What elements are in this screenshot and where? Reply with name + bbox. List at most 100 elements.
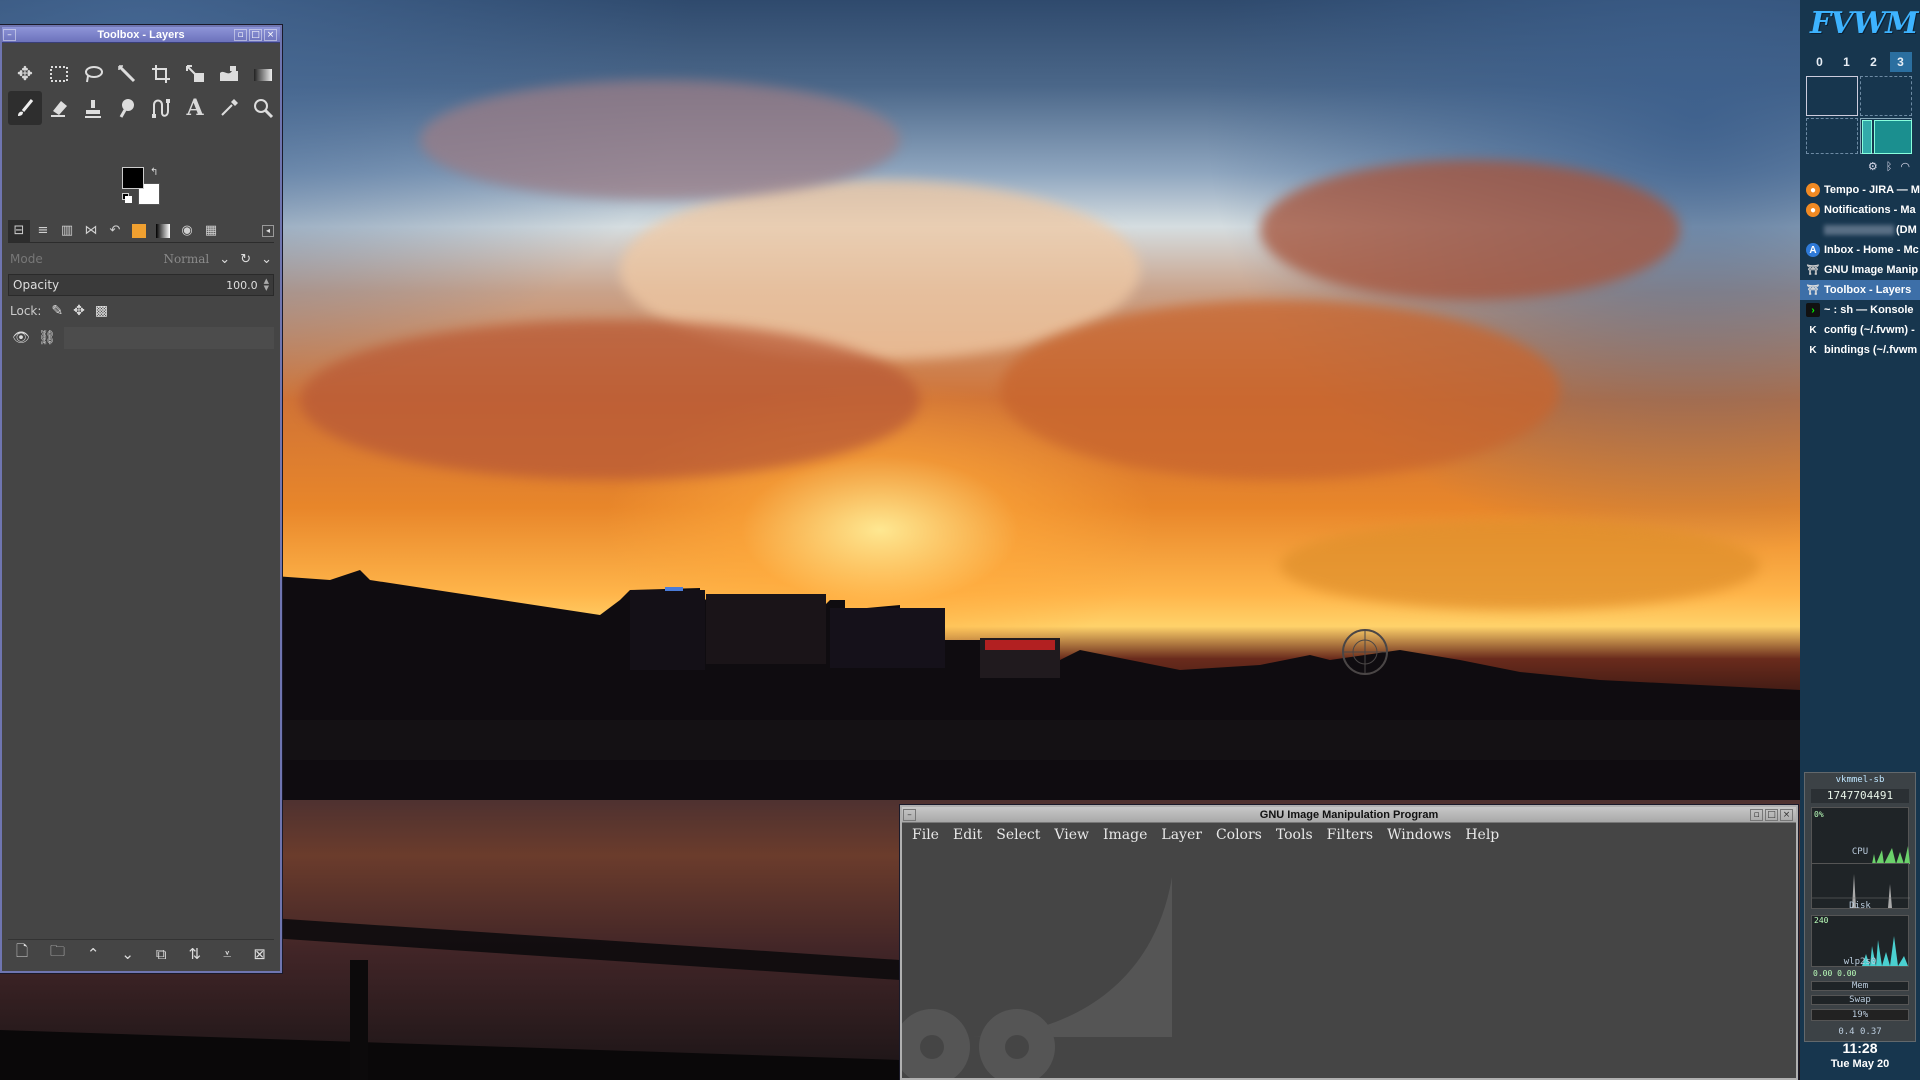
menu-image[interactable]: Image	[1103, 827, 1147, 843]
move-tool-icon[interactable]: ✥	[8, 57, 42, 91]
tool-grid: ✥ A	[8, 57, 280, 125]
chain-link-icon[interactable]: ⛓	[34, 330, 60, 346]
pager-window[interactable]	[1874, 120, 1912, 154]
task-item[interactable]: › ~ : sh — Konsole	[1800, 300, 1920, 320]
brushes-tab-icon[interactable]	[128, 220, 150, 242]
minimize-button[interactable]: ▫	[234, 28, 247, 41]
toolbox-window[interactable]: – Toolbox - Layers ▫ □ × ✥ A ↰ ⊟ ≡ ▥ ⋈ ↶…	[0, 25, 282, 973]
minimize-button[interactable]: ▫	[1750, 808, 1763, 821]
window-menu-button[interactable]: –	[3, 28, 16, 41]
bluetooth-icon[interactable]: ᛒ	[1886, 160, 1893, 176]
merge-layer-icon[interactable]: ⩡	[223, 945, 231, 963]
duplicate-layer-icon[interactable]: ⧉	[156, 945, 167, 963]
rect-select-tool-icon[interactable]	[42, 57, 76, 91]
color-picker-tool-icon[interactable]	[212, 91, 246, 125]
reset-mode-icon[interactable]: ↻	[240, 252, 251, 267]
new-layer-icon[interactable]: 🗋	[16, 941, 28, 966]
gimp-main-window[interactable]: – GNU Image Manipulation Program ▫ □ × F…	[900, 805, 1798, 1080]
undo-history-tab-icon[interactable]: ↶	[104, 220, 126, 242]
desk-2-button[interactable]: 2	[1863, 52, 1885, 72]
task-item[interactable]: ● Tempo - JIRA — M	[1800, 180, 1920, 200]
zoom-tool-icon[interactable]	[246, 91, 280, 125]
menu-view[interactable]: View	[1054, 827, 1089, 843]
menu-layer[interactable]: Layer	[1161, 827, 1202, 843]
text-tool-icon[interactable]: A	[178, 91, 212, 125]
close-button[interactable]: ×	[264, 28, 277, 41]
empty-image-drop-area[interactable]	[902, 847, 1796, 1078]
maximize-button[interactable]: □	[249, 28, 262, 41]
tool-options-tab-icon[interactable]: ⊟	[8, 219, 30, 242]
fuzzy-select-tool-icon[interactable]	[110, 57, 144, 91]
pager-page[interactable]	[1860, 76, 1912, 116]
pager-page[interactable]	[1806, 76, 1858, 116]
task-item[interactable]: Kconfig (~/.fvwm) -	[1800, 320, 1920, 340]
clone-tool-icon[interactable]	[76, 91, 110, 125]
task-item[interactable]: A Inbox - Home - Mc	[1800, 240, 1920, 260]
pager-window[interactable]	[1862, 120, 1872, 154]
chevron-down-icon[interactable]: ⌄	[261, 252, 272, 267]
desktop-pager[interactable]	[1804, 74, 1916, 156]
dock-menu-icon[interactable]: ◂	[262, 224, 274, 237]
mode-dropdown[interactable]: Normal	[163, 252, 209, 266]
toolbox-titlebar[interactable]: – Toolbox - Layers ▫ □ ×	[2, 27, 280, 43]
gradient-tool-icon[interactable]	[246, 57, 280, 91]
foreground-color-swatch[interactable]	[122, 167, 144, 189]
settings-gear-icon[interactable]: ⚙	[1868, 160, 1878, 176]
default-colors-icon[interactable]	[122, 193, 132, 203]
opacity-spinner-icon[interactable]: ▲ ▼	[264, 278, 269, 292]
menu-filters[interactable]: Filters	[1327, 827, 1373, 843]
delete-layer-icon[interactable]: ⊠	[253, 945, 266, 963]
warp-transform-tool-icon[interactable]	[212, 57, 246, 91]
blurred-app-icon	[1806, 223, 1820, 237]
chevron-down-icon[interactable]: ⌄	[219, 252, 230, 267]
layers-list[interactable]	[8, 353, 274, 935]
paths-tool-icon[interactable]	[144, 91, 178, 125]
smudge-tool-icon[interactable]	[110, 91, 144, 125]
task-item[interactable]: ⛩ GNU Image Manip	[1800, 260, 1920, 280]
lock-position-icon[interactable]: ✥	[73, 303, 85, 319]
task-item[interactable]: Kbindings (~/.fvwm	[1800, 340, 1920, 360]
menu-help[interactable]: Help	[1465, 827, 1499, 843]
menu-tools[interactable]: Tools	[1276, 827, 1313, 843]
lower-layer-icon[interactable]: ⌄	[121, 945, 134, 963]
maximize-button[interactable]: □	[1765, 808, 1778, 821]
crop-tool-icon[interactable]	[144, 57, 178, 91]
menu-colors[interactable]: Colors	[1216, 827, 1262, 843]
lock-pixels-icon[interactable]: ✎	[51, 303, 63, 319]
menu-select[interactable]: Select	[996, 827, 1040, 843]
eraser-tool-icon[interactable]	[42, 91, 76, 125]
task-item[interactable]: (DM	[1800, 220, 1920, 240]
raise-layer-icon[interactable]: ⌃	[87, 945, 100, 963]
opacity-value[interactable]: 100.0	[226, 279, 258, 292]
window-menu-button[interactable]: –	[903, 808, 916, 821]
menu-file[interactable]: File	[912, 827, 939, 843]
menu-edit[interactable]: Edit	[953, 827, 982, 843]
pager-page[interactable]	[1806, 118, 1858, 154]
anchor-layer-icon[interactable]: ⇅	[188, 945, 201, 963]
patterns-tab-icon[interactable]: ◉	[176, 220, 198, 242]
desk-3-button[interactable]: 3	[1889, 52, 1912, 72]
task-item[interactable]: ● Notifications - Ma	[1800, 200, 1920, 220]
unified-transform-tool-icon[interactable]	[178, 57, 212, 91]
wifi-icon[interactable]: ◠	[1900, 160, 1910, 176]
opacity-label: Opacity	[13, 278, 60, 292]
desk-1-button[interactable]: 1	[1836, 52, 1858, 72]
menu-windows[interactable]: Windows	[1387, 827, 1451, 843]
visibility-eye-icon[interactable]: 👁	[8, 330, 34, 346]
paths-tab-icon[interactable]: ⋈	[80, 220, 102, 242]
lasso-tool-icon[interactable]	[76, 57, 110, 91]
desk-0-button[interactable]: 0	[1809, 52, 1831, 72]
paintbrush-tool-icon[interactable]	[8, 91, 42, 125]
gimp-titlebar[interactable]: – GNU Image Manipulation Program ▫ □ ×	[902, 807, 1796, 823]
channels-tab-icon[interactable]: ▥	[56, 220, 78, 242]
color-selector: ↰	[122, 167, 166, 207]
new-layer-group-icon[interactable]: 🗀	[50, 941, 65, 966]
gradients-tab-icon[interactable]	[152, 220, 174, 242]
images-tab-icon[interactable]: ▦	[200, 220, 222, 242]
task-item-active[interactable]: ⛩ Toolbox - Layers	[1800, 280, 1920, 300]
close-button[interactable]: ×	[1780, 808, 1793, 821]
lock-alpha-icon[interactable]: ▩	[95, 303, 108, 319]
layers-tab-icon[interactable]: ≡	[32, 220, 54, 242]
opacity-slider[interactable]: Opacity 100.0 ▲ ▼	[8, 274, 274, 296]
swap-colors-icon[interactable]: ↰	[150, 167, 158, 178]
